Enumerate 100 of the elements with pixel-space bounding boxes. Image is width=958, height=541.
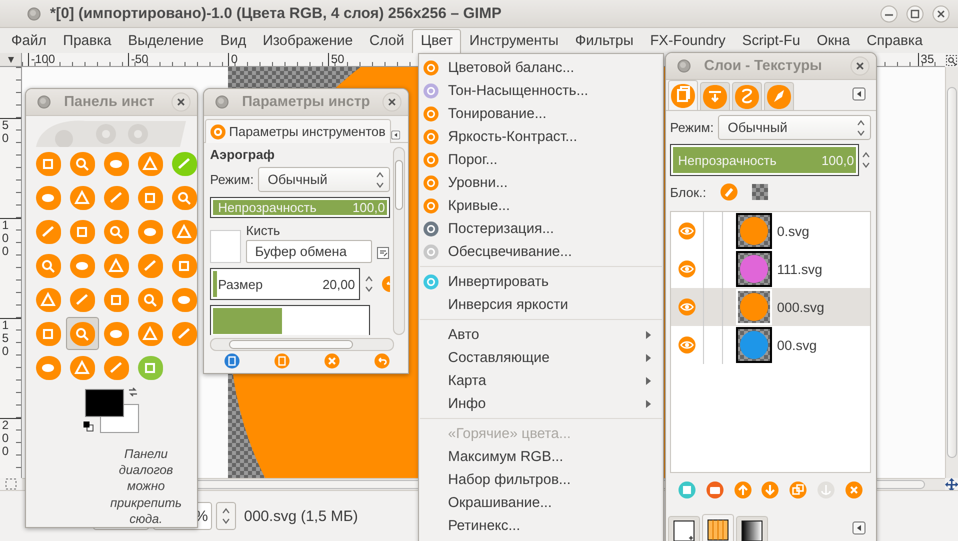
ruler-label: 0 (228, 53, 328, 66)
field-label: Блок.: (670, 184, 706, 200)
menu-bar-item[interactable]: Правка (54, 29, 120, 53)
window-menu-icon[interactable] (214, 94, 230, 110)
menu-bar-item[interactable]: Инструменты (461, 29, 567, 53)
ruler-label: -100 (28, 53, 128, 66)
horizontal-scrollbar[interactable] (210, 338, 394, 351)
menu-item[interactable]: Кривые... (419, 194, 663, 217)
layer-row[interactable]: 111.svg (671, 250, 870, 288)
menu-bar-item[interactable]: Слой (361, 29, 412, 53)
brush-preview[interactable] (210, 230, 241, 263)
panel-menu-button[interactable] (390, 128, 400, 142)
anchor-layer-button[interactable] (817, 481, 836, 499)
menu-item[interactable]: Тонирование... (419, 102, 663, 125)
menu-item[interactable]: Авто (419, 323, 663, 346)
dock-hint: Панели диалогов можно прикрепить сюда. (109, 446, 183, 527)
close-button[interactable] (850, 56, 870, 76)
menu-item[interactable]: Составляющие (419, 346, 663, 369)
menu-bar-item[interactable]: Script-Fu (734, 29, 808, 53)
menu-item[interactable]: Инфо (419, 392, 663, 415)
menu-item[interactable]: Максимум RGB... (419, 445, 663, 468)
vertical-scrollbar[interactable] (393, 147, 405, 335)
menu-bar-item[interactable]: Справка (858, 29, 931, 53)
slider-label: Размер (218, 276, 263, 292)
maximize-button[interactable] (906, 4, 924, 22)
menu-item[interactable]: Набор фильтров... (419, 468, 663, 491)
menu-item[interactable]: Уровни... (419, 171, 663, 194)
new-layer-button[interactable] (678, 481, 696, 499)
lock-pixels-button[interactable] (720, 183, 738, 201)
menu-item[interactable]: Тон-Насыщенность... (419, 79, 663, 102)
window-menu-icon[interactable] (676, 58, 692, 74)
minimize-button[interactable] (880, 4, 898, 22)
menu-bar-item[interactable]: Изображение (254, 29, 362, 53)
reset-button[interactable] (374, 353, 390, 369)
window-menu-icon[interactable] (26, 6, 42, 22)
menu-item[interactable]: Инверсия яркости (419, 293, 663, 316)
close-button[interactable] (382, 92, 402, 112)
panel-menu-button[interactable] (852, 521, 866, 535)
quick-mask-button[interactable] (5, 478, 17, 490)
layer-row[interactable]: 000.svg (671, 288, 870, 326)
eye-icon[interactable] (678, 222, 696, 240)
new-layer-group-button[interactable] (706, 481, 724, 499)
menu-item[interactable]: Обесцвечивание... (419, 240, 663, 263)
menu-bar-item[interactable]: Выделение (120, 29, 212, 53)
menu-bar-item[interactable]: FX-Foundry (642, 29, 734, 53)
window-title: Слои - Текстуры (704, 58, 824, 74)
eye-icon[interactable] (678, 298, 696, 316)
raise-layer-button[interactable] (734, 481, 752, 499)
menu-bar-item[interactable]: Окна (808, 29, 858, 53)
brush-editor-icon[interactable] (377, 247, 389, 259)
delete-preset-button[interactable] (324, 353, 340, 369)
menu-bar-item[interactable]: Вид (212, 29, 254, 53)
submenu-arrow-icon (646, 376, 651, 384)
menu-bar-item[interactable]: Фильтры (566, 29, 642, 53)
dock-tab[interactable] (736, 516, 768, 541)
menu-item[interactable]: Яркость-Контраст... (419, 125, 663, 148)
close-button[interactable] (932, 4, 950, 22)
eye-icon[interactable] (678, 336, 696, 354)
size-slider[interactable]: Размер 20,00 (210, 268, 360, 300)
layer-row[interactable]: 0.svg (671, 212, 870, 250)
layer-row[interactable]: 00.svg (671, 326, 870, 364)
menu-item[interactable]: Окрашивание... (419, 491, 663, 514)
menu-item[interactable]: Инвертировать (419, 270, 663, 293)
delete-layer-button[interactable] (844, 481, 863, 499)
mode-dropdown[interactable]: Обычный (258, 167, 390, 192)
submenu-arrow-icon (646, 354, 651, 362)
window-title: *[0] (импортировано)-1.0 (Цвета RGB, 4 слоя) 256x256 – GIMP (50, 5, 502, 22)
gradient-icon (739, 518, 765, 541)
zoom-icon[interactable] (946, 54, 957, 66)
slider[interactable] (210, 305, 370, 335)
lock-alpha-button[interactable] (752, 184, 768, 200)
menu-bar-item[interactable]: Файл (3, 29, 55, 53)
tool-button[interactable] (66, 317, 99, 350)
dock-tab[interactable] (702, 514, 734, 541)
panel-menu-button[interactable] (852, 86, 866, 100)
menu-bar-item[interactable]: Цвет (412, 29, 462, 53)
foreground-color-swatch[interactable] (85, 389, 124, 417)
navigate-icon[interactable] (945, 478, 958, 490)
dock-tab[interactable]: Параметры инструментов (205, 119, 391, 143)
duplicate-layer-button[interactable] (789, 481, 808, 499)
window-menu-icon[interactable] (36, 94, 52, 110)
mode-dropdown[interactable]: Обычный (718, 115, 871, 140)
menu-item[interactable]: Порог... (419, 148, 663, 171)
default-colors-icon[interactable] (83, 421, 94, 432)
dock-tab[interactable] (668, 516, 700, 541)
vertical-scrollbar[interactable] (945, 67, 958, 478)
ruler-label: 150 (1, 319, 10, 359)
menu-item[interactable]: Постеризация... (419, 217, 663, 240)
ruler-menu-button[interactable] (6, 56, 14, 64)
save-preset-button[interactable] (224, 353, 240, 369)
menu-item[interactable]: Карта (419, 369, 663, 392)
ruler-label: 100 (1, 219, 10, 259)
brush-field[interactable]: Буфер обмена (246, 240, 372, 263)
lower-layer-button[interactable] (761, 481, 780, 499)
menu-item[interactable]: Ретинекс... (419, 514, 663, 537)
ruler-label: -50 (128, 53, 228, 66)
swap-colors-icon[interactable] (127, 386, 139, 398)
eye-icon[interactable] (678, 260, 696, 278)
restore-preset-button[interactable] (274, 353, 290, 369)
close-button[interactable] (171, 92, 191, 112)
